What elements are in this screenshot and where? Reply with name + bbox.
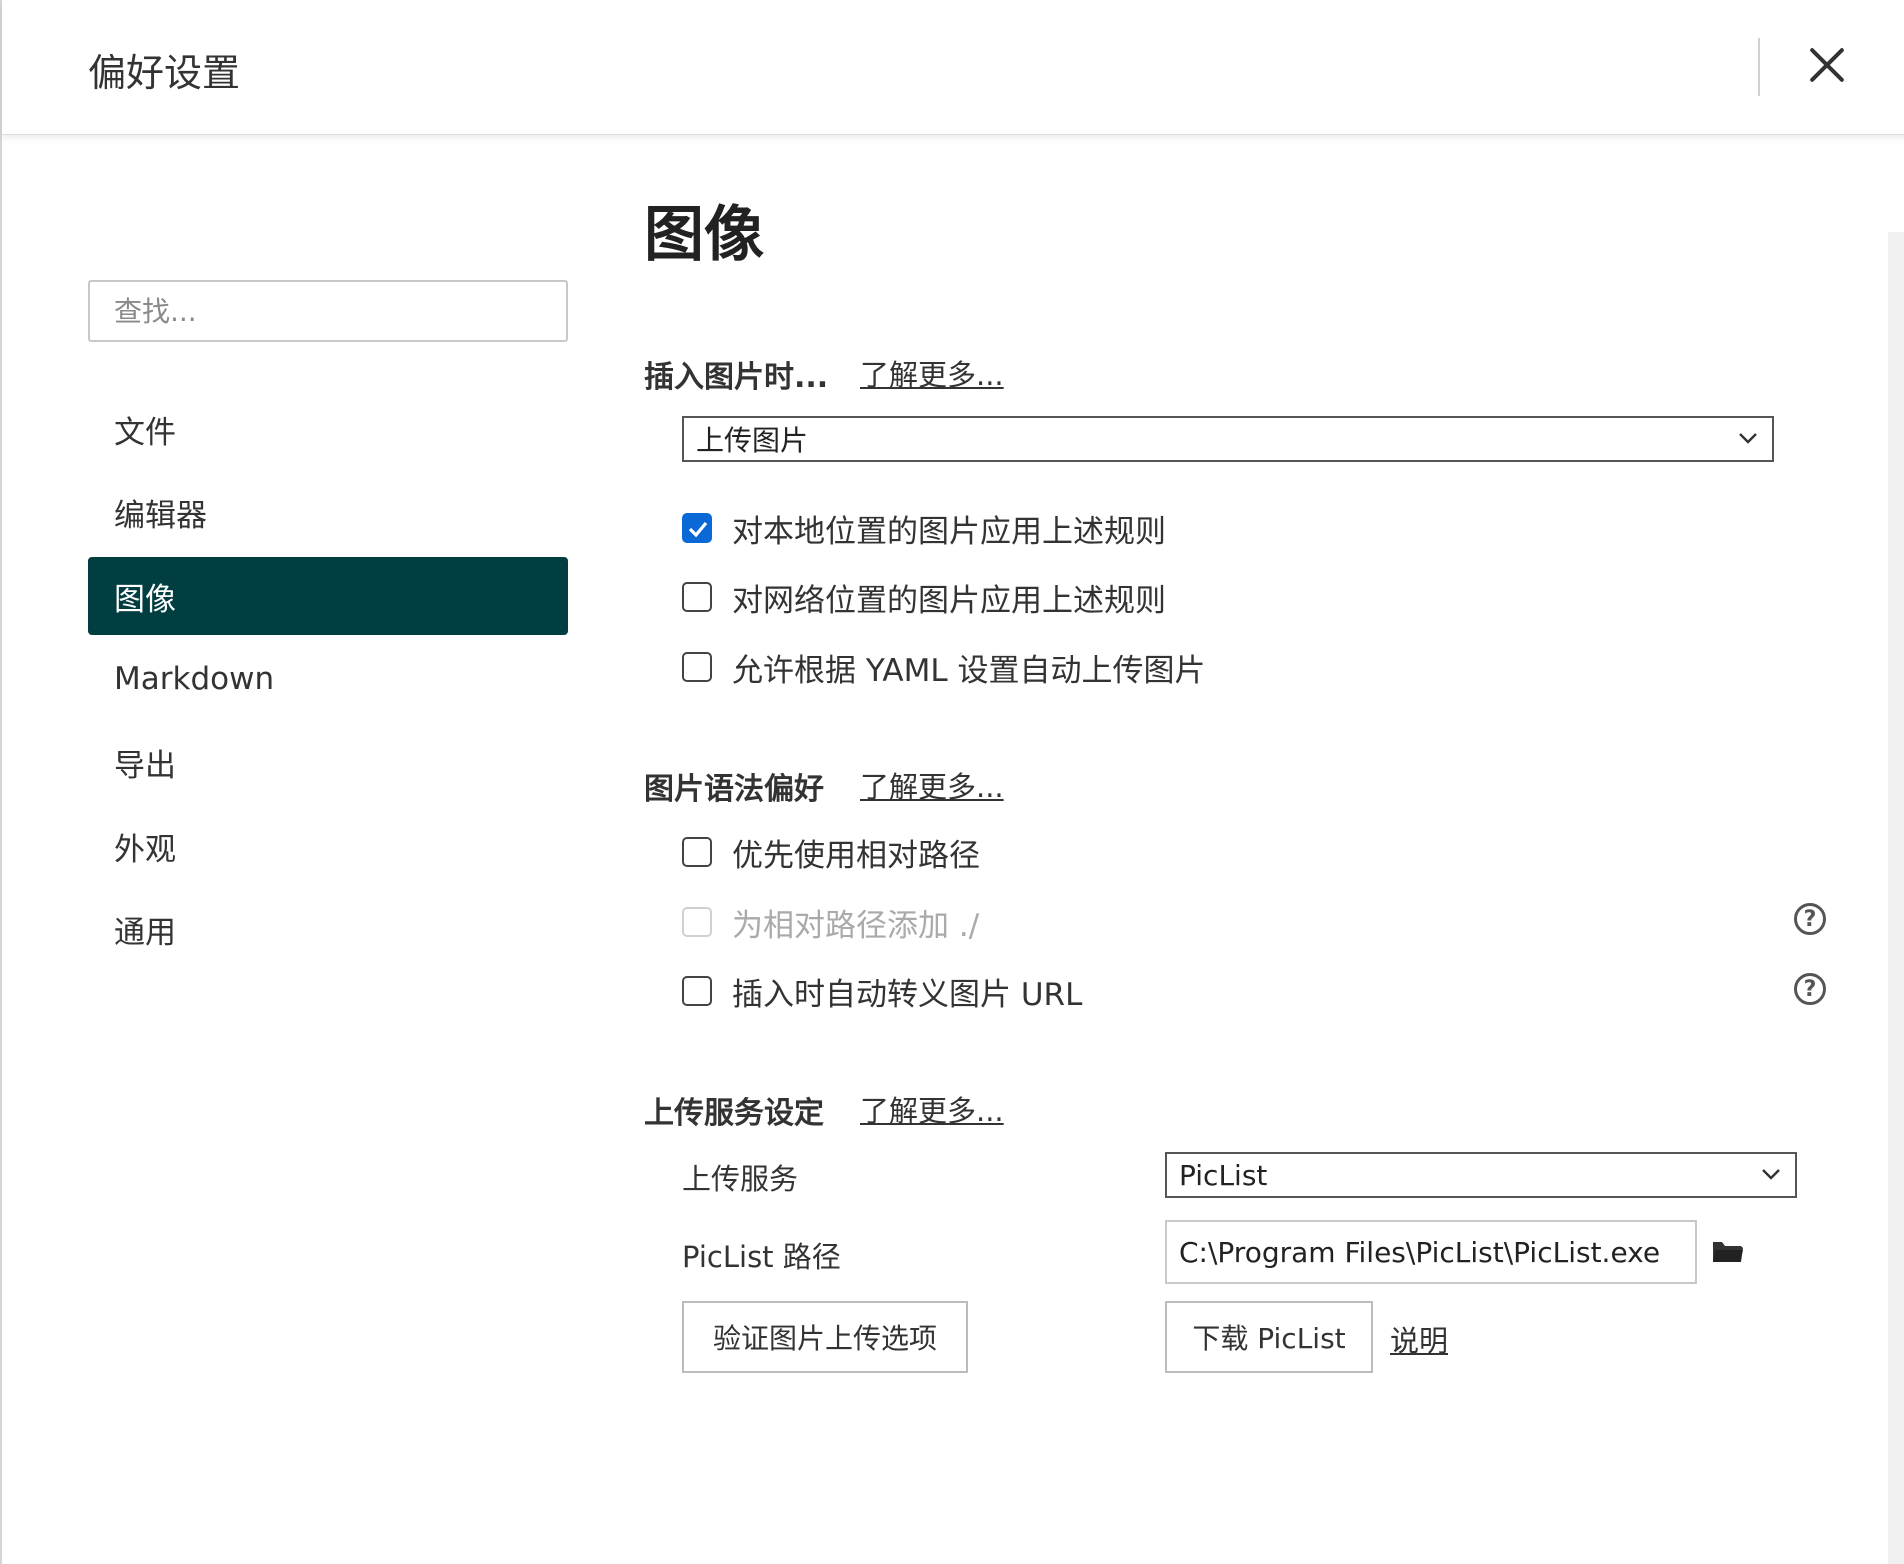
instructions-link[interactable]: 说明	[1390, 1318, 1448, 1360]
chevron-down-icon	[1739, 433, 1757, 444]
help-icon[interactable]: ?	[1794, 973, 1826, 1005]
search-input[interactable]	[88, 280, 568, 342]
upload-service-value: PicList	[1179, 1158, 1268, 1192]
option-apply-local[interactable]: 对本地位置的图片应用上述规则	[682, 506, 1166, 550]
sidebar-item-file[interactable]: 文件	[88, 390, 568, 468]
sidebar-item-editor[interactable]: 编辑器	[88, 473, 568, 551]
scrollbar[interactable]	[1888, 232, 1904, 1564]
piclist-path-label: PicList 路径	[682, 1240, 841, 1274]
option-label: 对本地位置的图片应用上述规则	[732, 513, 1166, 550]
window-title: 偏好设置	[88, 51, 241, 95]
sidebar-item-appearance[interactable]: 外观	[88, 807, 568, 885]
option-add-dot-slash: 为相对路径添加 ./	[682, 900, 979, 944]
header-bar: 偏好设置	[2, 0, 1904, 135]
header-divider	[1758, 38, 1760, 96]
sidebar-item-markdown[interactable]: Markdown	[88, 640, 568, 718]
sidebar-item-image[interactable]: 图像	[88, 557, 568, 635]
close-icon[interactable]	[1802, 40, 1852, 90]
checkbox[interactable]	[682, 837, 712, 867]
option-escape-url[interactable]: 插入时自动转义图片 URL	[682, 969, 1082, 1013]
option-prefer-relative[interactable]: 优先使用相对路径	[682, 830, 980, 874]
option-label: 为相对路径添加 ./	[732, 907, 980, 944]
help-icon[interactable]: ?	[1794, 903, 1826, 935]
page-title: 图像	[644, 200, 764, 270]
option-label: 优先使用相对路径	[732, 837, 980, 874]
verify-upload-button[interactable]: 验证图片上传选项	[682, 1301, 968, 1373]
checkbox-disabled	[682, 907, 712, 937]
insert-action-value: 上传图片	[696, 424, 809, 457]
checkbox[interactable]	[682, 652, 712, 682]
checkbox-checked[interactable]	[682, 513, 712, 543]
piclist-path-input[interactable]	[1165, 1220, 1697, 1284]
option-label: 允许根据 YAML 设置自动上传图片	[732, 652, 1206, 689]
syntax-learn-more-link[interactable]: 了解更多...	[860, 764, 1004, 806]
option-apply-network[interactable]: 对网络位置的图片应用上述规则	[682, 575, 1166, 619]
upload-learn-more-link[interactable]: 了解更多...	[860, 1088, 1004, 1130]
chevron-down-icon	[1762, 1169, 1780, 1180]
insert-action-select[interactable]: 上传图片	[682, 416, 1774, 462]
download-piclist-button[interactable]: 下载 PicList	[1165, 1301, 1373, 1373]
sidebar-item-export[interactable]: 导出	[88, 723, 568, 801]
upload-section-title: 上传服务设定	[644, 1096, 824, 1131]
option-label: 对网络位置的图片应用上述规则	[732, 582, 1166, 619]
folder-icon[interactable]	[1712, 1238, 1744, 1264]
checkbox[interactable]	[682, 582, 712, 612]
option-yaml-auto-upload[interactable]: 允许根据 YAML 设置自动上传图片	[682, 645, 1205, 689]
preferences-window: 偏好设置 文件 编辑器 图像 Markdown 导出 外观 通用 图像 插入图片…	[0, 0, 1904, 1564]
checkmark-icon	[688, 521, 708, 538]
sidebar-item-general[interactable]: 通用	[88, 890, 568, 968]
upload-service-select[interactable]: PicList	[1165, 1152, 1797, 1198]
option-label: 插入时自动转义图片 URL	[732, 976, 1083, 1013]
upload-service-label: 上传服务	[682, 1162, 799, 1196]
insert-learn-more-link[interactable]: 了解更多...	[860, 352, 1004, 394]
insert-section-title: 插入图片时...	[644, 360, 829, 395]
checkbox[interactable]	[682, 976, 712, 1006]
syntax-section-title: 图片语法偏好	[644, 772, 824, 807]
